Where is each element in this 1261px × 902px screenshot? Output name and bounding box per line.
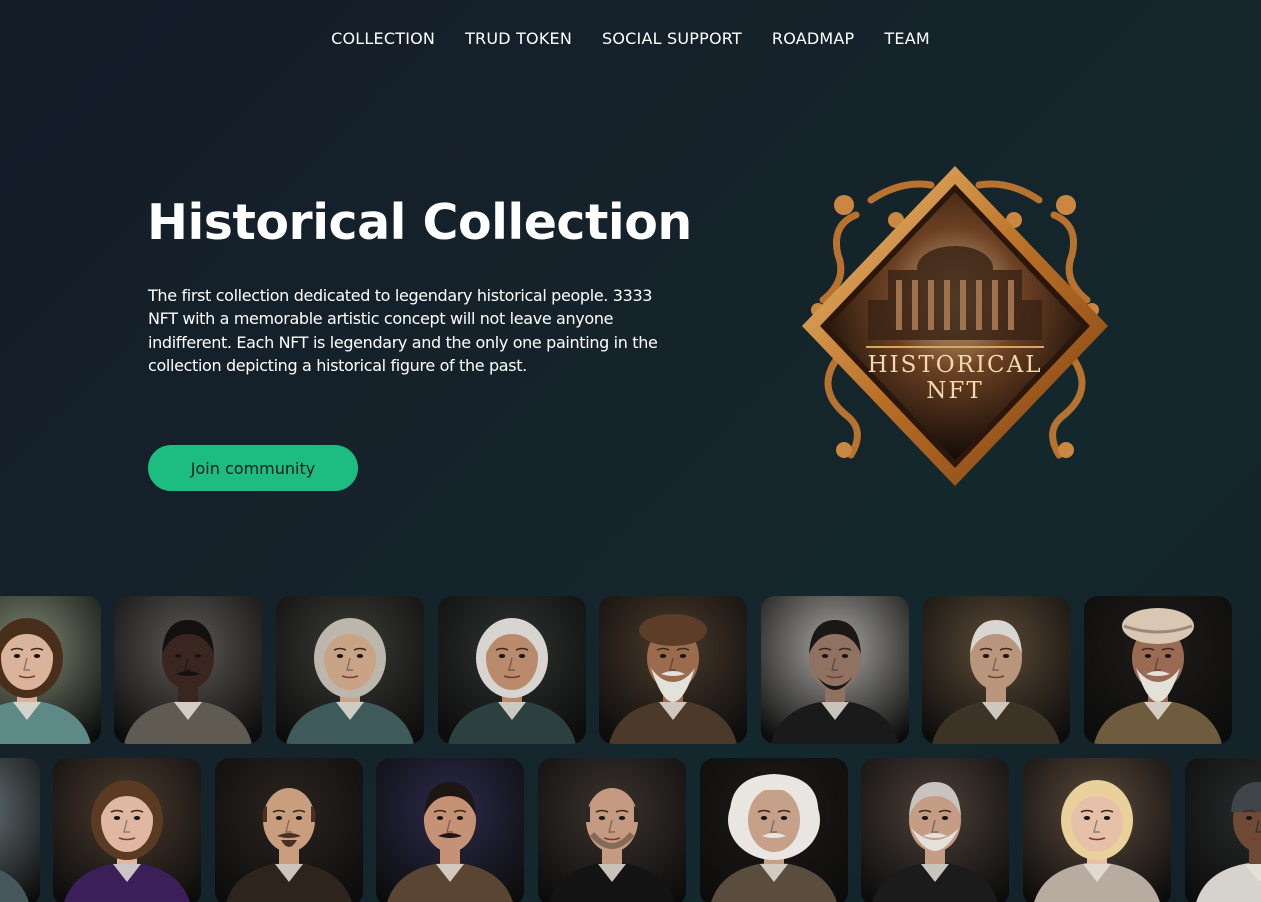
portrait-card-man-in-suit[interactable]	[114, 596, 262, 744]
portrait-card-partial-left[interactable]	[0, 758, 40, 902]
hero-description: The first collection dedicated to legend…	[148, 286, 658, 375]
logo-text-line1: HISTORICAL	[868, 352, 1043, 378]
portrait-card-bearded-president[interactable]	[761, 596, 909, 744]
portrait-card-curly-hair-man[interactable]	[0, 596, 101, 744]
logo-text-line2: NFT	[926, 378, 983, 404]
gallery-row-1	[0, 596, 1261, 744]
portrait-card-inventor-lightning[interactable]	[376, 758, 524, 902]
nav-roadmap[interactable]: ROADMAP	[772, 28, 855, 50]
portrait-card-tech-founder[interactable]	[538, 758, 686, 902]
portrait-card-baroque-composer[interactable]	[276, 596, 424, 744]
portrait-card-turban-elder[interactable]	[1084, 596, 1232, 744]
portrait-card-elizabethan-writer[interactable]	[215, 758, 363, 902]
nav-collection[interactable]: COLLECTION	[331, 28, 435, 50]
gallery-row-2	[0, 758, 1261, 902]
portrait-card-physicist-wild-hair[interactable]	[700, 758, 848, 902]
page-title: Historical Collection	[147, 194, 692, 251]
nav-social-support[interactable]: SOCIAL SUPPORT	[602, 28, 742, 50]
nav-trud-token[interactable]: TRUD TOKEN	[465, 28, 572, 50]
portrait-card-bearded-elder-cap[interactable]	[599, 596, 747, 744]
portrait-card-elder-with-glasses[interactable]	[438, 596, 586, 744]
portrait-card-industrialist[interactable]	[922, 596, 1070, 744]
portrait-card-blonde-actress[interactable]	[1023, 758, 1171, 902]
join-community-button[interactable]: Join community	[148, 445, 358, 491]
portrait-card-scientist-gray-beard[interactable]	[861, 758, 1009, 902]
portrait-card-bandana-rapper[interactable]	[1185, 758, 1261, 902]
main-nav: COLLECTION TRUD TOKEN SOCIAL SUPPORT ROADMA…	[0, 28, 1261, 50]
historical-nft-logo: HISTORICAL NFT	[796, 160, 1114, 490]
nav-team[interactable]: TEAM	[884, 28, 929, 50]
portrait-card-woman-fur[interactable]	[53, 758, 201, 902]
